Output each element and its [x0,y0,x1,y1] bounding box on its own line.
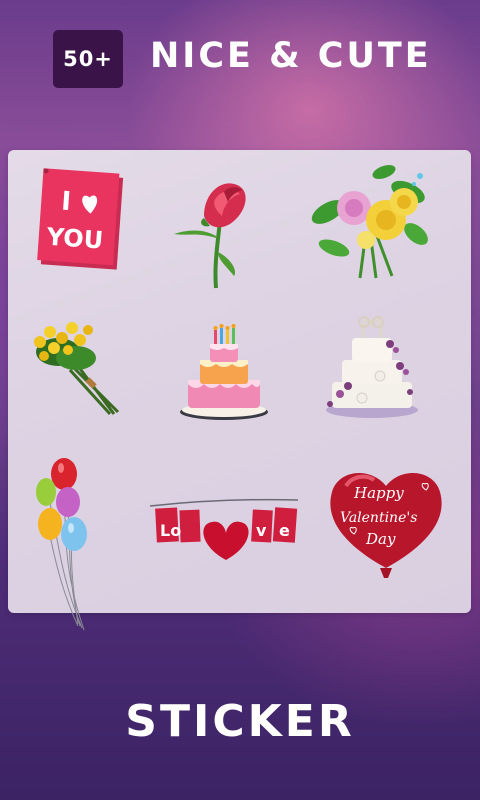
banner-letter-v: v [256,521,267,540]
headline-title: NICE & CUTE [150,36,432,76]
count-badge: 50+ [53,30,123,88]
heart-line-happy: Happy [353,484,404,502]
heart-line-valentines: Valentine's [340,510,417,526]
yellow-rose-bunch-icon[interactable] [28,318,128,416]
wedding-cake-icon[interactable] [320,308,420,424]
banner-letters-lo: Lo [160,521,181,540]
love-banner-icon[interactable]: Lo v e [148,494,300,564]
red-rose-icon[interactable] [168,172,258,290]
balloons-icon[interactable] [34,456,96,632]
heart-line-day: Day [365,530,396,548]
i-love-you-card-icon[interactable]: I YOU [36,167,126,275]
birthday-cake-icon[interactable] [178,324,270,424]
banner-letter-e: e [279,521,290,540]
valentine-heart-balloon-icon[interactable]: Happy Valentine's Day [326,462,446,582]
sticker-grid-panel: I YOU Lo v e Happy Valentine's Day [8,150,471,631]
footer-title: STICKER [125,696,355,747]
card-word-you: YOU [45,223,104,255]
rose-bouquet-icon[interactable] [304,162,434,282]
